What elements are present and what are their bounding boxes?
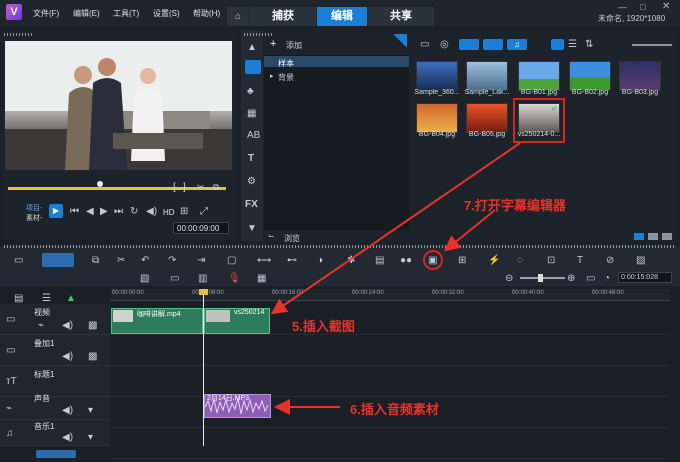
annotation-step6: 6.插入音频素材	[350, 402, 439, 417]
annotation-step5: 5.插入截图	[292, 319, 355, 334]
annotation-arrows	[270, 142, 521, 415]
annotation-step7: 7.打开字幕编辑器	[464, 198, 566, 213]
